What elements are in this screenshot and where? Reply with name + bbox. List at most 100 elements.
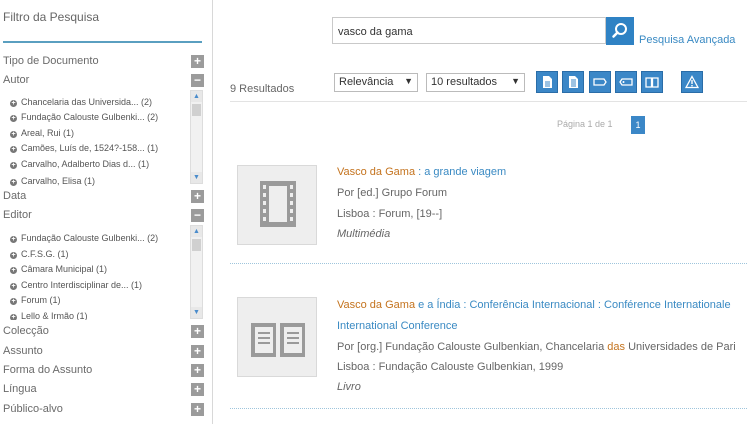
facet-item-editor[interactable]: + Câmara Municipal (1) [10, 264, 107, 274]
book-icon [251, 323, 305, 357]
expand-icon[interactable]: + [191, 364, 204, 377]
result-title-highlight: Vasco da Gama [337, 299, 416, 311]
facet-item-autor[interactable]: + Fundação Calouste Gulbenki... (2) [10, 112, 158, 122]
facet-item-editor[interactable]: + Lello & Irmão (1) [10, 311, 88, 320]
facet-item-label: Fundação Calouste Gulbenki... (2) [21, 112, 159, 122]
facet-tipo-documento[interactable]: Tipo de Documento + [3, 54, 204, 69]
facet-assunto[interactable]: Assunto + [3, 344, 204, 359]
facet-item-autor[interactable]: + Carvalho, Elisa (1) [10, 176, 95, 186]
remove-tag-button[interactable] [615, 71, 637, 93]
add-filter-icon[interactable]: + [10, 146, 17, 153]
facet-editor-scrollbar[interactable]: ▲ ▼ [190, 225, 203, 319]
advanced-search-link[interactable]: Pesquisa Avançada [639, 34, 735, 46]
per-page-select[interactable]: 10 resultados ▼ [426, 73, 525, 92]
expand-icon[interactable]: + [191, 345, 204, 358]
export-document-button[interactable] [536, 71, 558, 93]
expand-icon[interactable]: + [191, 403, 204, 416]
chevron-down-icon: ▼ [404, 76, 413, 86]
result-title-continued[interactable]: International Conference [337, 320, 457, 332]
facet-item-autor[interactable]: + Areal, Rui (1) [10, 128, 74, 138]
add-filter-icon[interactable]: + [10, 162, 17, 169]
alert-button[interactable] [681, 71, 703, 93]
scroll-thumb[interactable] [192, 239, 201, 251]
add-filter-icon[interactable]: + [10, 298, 17, 305]
facet-item-label: Camões, Luís de, 1524?-158... (1) [21, 143, 159, 153]
result-title[interactable]: Vasco da Gama e a Índia : Conferência In… [337, 299, 731, 311]
facet-item-editor[interactable]: + Fundação Calouste Gulbenki... (2) [10, 233, 158, 243]
expand-icon[interactable]: + [191, 55, 204, 68]
add-filter-icon[interactable]: + [10, 267, 17, 274]
facet-item-editor[interactable]: + Centro Interdisciplinar de... (1) [10, 280, 142, 290]
collapse-icon[interactable]: − [191, 74, 204, 87]
add-filter-icon[interactable]: + [10, 236, 17, 243]
result-author-name[interactable]: Fundação Calouste Gulbenkian, Chancelari… [385, 341, 607, 353]
toolbar-divider [230, 101, 747, 102]
result-thumbnail[interactable] [237, 297, 317, 377]
collapse-icon[interactable]: − [191, 209, 204, 222]
scroll-up-icon[interactable]: ▲ [191, 226, 202, 237]
results-count: 9 Resultados [230, 83, 295, 95]
facet-item-autor[interactable]: + Carvalho, Adalberto Dias d... (1) [10, 159, 149, 169]
facet-label: Tipo de Documento [3, 55, 99, 67]
pagination-info: Página 1 de 1 [557, 119, 613, 129]
facet-publico-alvo[interactable]: Público-alvo + [3, 402, 204, 417]
facet-editor[interactable]: Editor − [3, 208, 204, 223]
expand-icon[interactable]: + [191, 383, 204, 396]
facet-item-autor[interactable]: + Camões, Luís de, 1524?-158... (1) [10, 143, 158, 153]
print-list-button[interactable] [562, 71, 584, 93]
facet-lingua[interactable]: Língua + [3, 382, 204, 397]
search-input[interactable] [338, 24, 598, 39]
facet-item-label: Lello & Irmão (1) [21, 311, 88, 320]
label-icon [619, 78, 633, 86]
sort-select[interactable]: Relevância ▼ [334, 73, 418, 92]
warning-icon [685, 75, 699, 89]
result-thumbnail[interactable] [237, 165, 317, 245]
facet-autor[interactable]: Autor − [3, 73, 204, 88]
facet-autor-list: + Chancelaria das Universida... (2) + Fund… [0, 90, 205, 186]
scroll-down-icon[interactable]: ▼ [191, 172, 202, 183]
facet-item-editor[interactable]: + C.F.S.G. (1) [10, 249, 69, 259]
result-author-highlight: das [607, 341, 626, 353]
facet-label: Autor [3, 74, 30, 86]
search-icon [612, 23, 627, 38]
facet-data[interactable]: Data + [3, 189, 204, 204]
add-filter-icon[interactable]: + [10, 314, 17, 320]
add-filter-icon[interactable]: + [10, 100, 17, 107]
facet-coleccao[interactable]: Colecção + [3, 324, 204, 339]
result-title-text: e a Índia : Conferência Internacional : … [415, 299, 731, 311]
add-filter-icon[interactable]: + [10, 179, 17, 186]
add-filter-icon[interactable]: + [10, 252, 17, 259]
sidebar-title-divider [3, 41, 202, 43]
add-filter-icon[interactable]: + [10, 115, 17, 122]
facet-label: Forma do Assunto [3, 364, 93, 376]
facet-forma-assunto[interactable]: Forma do Assunto + [3, 363, 204, 378]
add-filter-icon[interactable]: + [10, 131, 17, 138]
facet-item-label: Centro Interdisciplinar de... (1) [21, 280, 143, 290]
result-author: Por [ed.] Grupo Forum [337, 187, 447, 199]
filter-sidebar: Filtro da Pesquisa Tipo de Documento + A… [0, 0, 213, 424]
scroll-down-icon[interactable]: ▼ [191, 307, 202, 318]
facet-label: Data [3, 190, 27, 202]
add-filter-icon[interactable]: + [10, 283, 17, 290]
facet-label: Assunto [3, 345, 43, 357]
facet-label: Língua [3, 383, 37, 395]
facet-label: Público-alvo [3, 403, 63, 415]
sidebar-title: Filtro da Pesquisa [3, 10, 100, 24]
result-title[interactable]: Vasco da Gama : a grande viagem [337, 166, 506, 178]
scroll-up-icon[interactable]: ▲ [191, 91, 202, 102]
scroll-thumb[interactable] [192, 104, 201, 116]
result-author-name[interactable]: Grupo Forum [382, 187, 447, 199]
pagination-current-page[interactable]: 1 [631, 116, 645, 134]
expand-icon[interactable]: + [191, 325, 204, 338]
facet-item-label: Areal, Rui (1) [21, 128, 75, 138]
facet-item-label: Câmara Municipal (1) [21, 264, 108, 274]
facet-autor-scrollbar[interactable]: ▲ ▼ [190, 90, 203, 184]
facet-item-autor[interactable]: + Chancelaria das Universida... (2) [10, 97, 152, 107]
list-document-icon [569, 76, 578, 88]
result-author-name-rest[interactable]: Universidades de Pari [625, 341, 736, 353]
facet-item-editor[interactable]: + Forum (1) [10, 295, 61, 305]
search-button[interactable] [606, 17, 634, 45]
tag-button[interactable] [589, 71, 611, 93]
bookshelf-button[interactable] [641, 71, 663, 93]
expand-icon[interactable]: + [191, 190, 204, 203]
